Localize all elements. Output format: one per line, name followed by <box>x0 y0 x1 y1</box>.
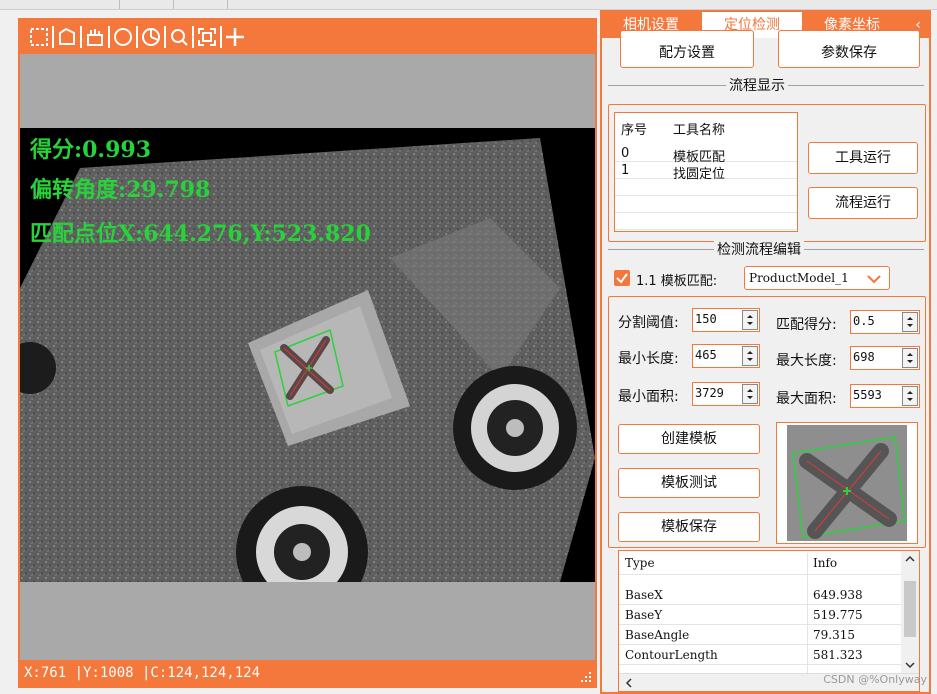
toolbar-divider <box>164 26 166 48</box>
menu-tab[interactable] <box>120 0 174 9</box>
row-info: 649.938 <box>813 588 863 602</box>
top-menu-strip <box>0 0 937 10</box>
angle-overlay: 偏转角度:29.798 <box>30 177 211 203</box>
list-item[interactable]: 0 模板匹配 <box>615 146 797 165</box>
pixel-status-bar: X:761 |Y:1008 |C:124,124,124 <box>20 660 595 686</box>
max-length-label: 最大长度: <box>776 353 837 369</box>
match-score-label: 匹配得分: <box>776 317 837 333</box>
save-params-button[interactable]: 参数保存 <box>778 30 920 68</box>
flow-tool-list[interactable]: 序号 工具名称 0 模板匹配 1 找圆定位 <box>614 112 798 232</box>
template-thumbnail <box>787 425 907 541</box>
min-area-stepper[interactable]: 3729 <box>692 382 760 406</box>
recipe-settings-button[interactable]: 配方设置 <box>620 30 754 68</box>
row-info: 581.323 <box>813 648 863 662</box>
rect-select-icon[interactable] <box>28 26 50 48</box>
min-length-value: 465 <box>695 348 717 362</box>
min-length-stepper[interactable]: 465 <box>692 344 760 368</box>
spin-arrows-icon[interactable] <box>742 384 758 404</box>
max-area-stepper[interactable]: 5593 <box>850 384 920 408</box>
spin-arrows-icon[interactable] <box>902 386 918 406</box>
toolbar-divider <box>52 26 54 48</box>
model-select[interactable]: ProductModel_1 <box>744 266 890 290</box>
vertical-scrollbar[interactable] <box>901 551 919 673</box>
chevron-down-icon <box>867 275 881 284</box>
circle-select-icon[interactable] <box>112 26 134 48</box>
image-viewer: 得分:0.993 偏转角度:29.798 匹配点位X:644.276,Y:523… <box>18 18 597 688</box>
crosshair-icon[interactable] <box>224 26 246 48</box>
max-length-stepper[interactable]: 698 <box>850 346 920 370</box>
toolbar-divider <box>108 26 110 48</box>
row-info: 519.775 <box>813 608 863 622</box>
seg-threshold-label: 分割阈值: <box>618 315 679 331</box>
toolbar-divider <box>220 26 222 48</box>
flow-edit-title: 检测流程编辑 <box>714 239 804 259</box>
col-tool-name-header: 工具名称 <box>673 123 726 138</box>
toolbar-divider <box>136 26 138 48</box>
min-area-value: 3729 <box>695 386 724 400</box>
row-info: 79.315 <box>813 628 855 642</box>
max-area-label: 最大面积: <box>776 391 837 407</box>
row-index: 1 <box>621 163 630 178</box>
list-item[interactable]: 1 找圆定位 <box>615 163 797 182</box>
watermark: CSDN @%Onlyway <box>823 673 927 686</box>
settings-panel: 相机设置 定位检测 像素坐标 ‹ 配方设置 参数保存 流程显示 序号 工具名称 … <box>600 10 931 694</box>
col-index-header: 序号 <box>621 123 648 138</box>
table-row[interactable]: BaseAngle 79.315 <box>619 625 902 645</box>
polygon-select-icon[interactable] <box>56 26 78 48</box>
score-overlay: 得分:0.993 <box>30 137 152 163</box>
row-type: BaseAngle <box>625 628 690 642</box>
match-point-overlay: 匹配点位X:644.276,Y:523.820 <box>30 221 371 247</box>
spin-arrows-icon[interactable] <box>902 348 918 368</box>
list-item <box>615 180 797 196</box>
col-info-header: Info <box>813 556 838 570</box>
min-length-label: 最小长度: <box>618 351 679 367</box>
image-canvas[interactable]: 得分:0.993 偏转角度:29.798 匹配点位X:644.276,Y:523… <box>20 54 595 662</box>
table-row[interactable]: BaseY 519.775 <box>619 605 902 625</box>
test-model-button[interactable]: 模板测试 <box>618 468 760 498</box>
flow-display-title: 流程显示 <box>726 75 788 95</box>
save-model-button[interactable]: 模板保存 <box>618 512 760 542</box>
row-index: 0 <box>621 146 630 161</box>
fullscreen-icon[interactable] <box>196 26 218 48</box>
col-type-header: Type <box>625 556 655 570</box>
list-item <box>615 214 797 230</box>
pie-select-icon[interactable] <box>140 26 162 48</box>
spin-arrows-icon[interactable] <box>902 312 918 332</box>
seg-threshold-value: 150 <box>695 312 717 326</box>
max-area-value: 5593 <box>853 388 882 402</box>
scroll-left-icon[interactable] <box>619 674 639 692</box>
row-type: BaseY <box>625 608 663 622</box>
brush-icon[interactable] <box>84 26 106 48</box>
row-type: ContourLength <box>625 648 718 662</box>
viewer-toolbar <box>20 20 595 54</box>
menu-tab[interactable] <box>174 0 228 9</box>
row-type: BaseX <box>625 588 663 602</box>
run-tool-button[interactable]: 工具运行 <box>808 142 918 174</box>
step-enabled-checkbox[interactable] <box>614 270 630 286</box>
scroll-arrows-icon[interactable] <box>901 551 919 673</box>
run-flow-button[interactable]: 流程运行 <box>808 187 918 219</box>
min-area-label: 最小面积: <box>618 389 679 405</box>
match-score-value: 0.5 <box>853 314 875 328</box>
toolbar-divider <box>192 26 194 48</box>
model-select-value: ProductModel_1 <box>749 271 849 285</box>
create-model-button[interactable]: 创建模板 <box>618 424 760 454</box>
seg-threshold-stepper[interactable]: 150 <box>692 308 760 332</box>
list-item <box>615 197 797 213</box>
max-length-value: 698 <box>853 350 875 364</box>
spin-arrows-icon[interactable] <box>742 310 758 330</box>
pixel-status-text: X:761 |Y:1008 |C:124,124,124 <box>24 665 261 681</box>
result-info-table[interactable]: Type Info BaseX 649.938 BaseY 519.775 Ba… <box>618 550 920 692</box>
resize-grip-icon[interactable] <box>580 671 592 683</box>
menu-tab[interactable] <box>66 0 120 9</box>
table-row[interactable]: BaseX 649.938 <box>619 585 902 605</box>
zoom-fit-icon[interactable] <box>168 26 190 48</box>
step-label: 1.1 模板匹配: <box>636 274 718 289</box>
toolbar-divider <box>80 26 82 48</box>
table-row[interactable]: ContourLength 581.323 <box>619 645 902 665</box>
template-preview <box>776 422 918 544</box>
spin-arrows-icon[interactable] <box>742 346 758 366</box>
match-score-stepper[interactable]: 0.5 <box>850 310 920 334</box>
table-header: Type Info <box>619 553 902 575</box>
